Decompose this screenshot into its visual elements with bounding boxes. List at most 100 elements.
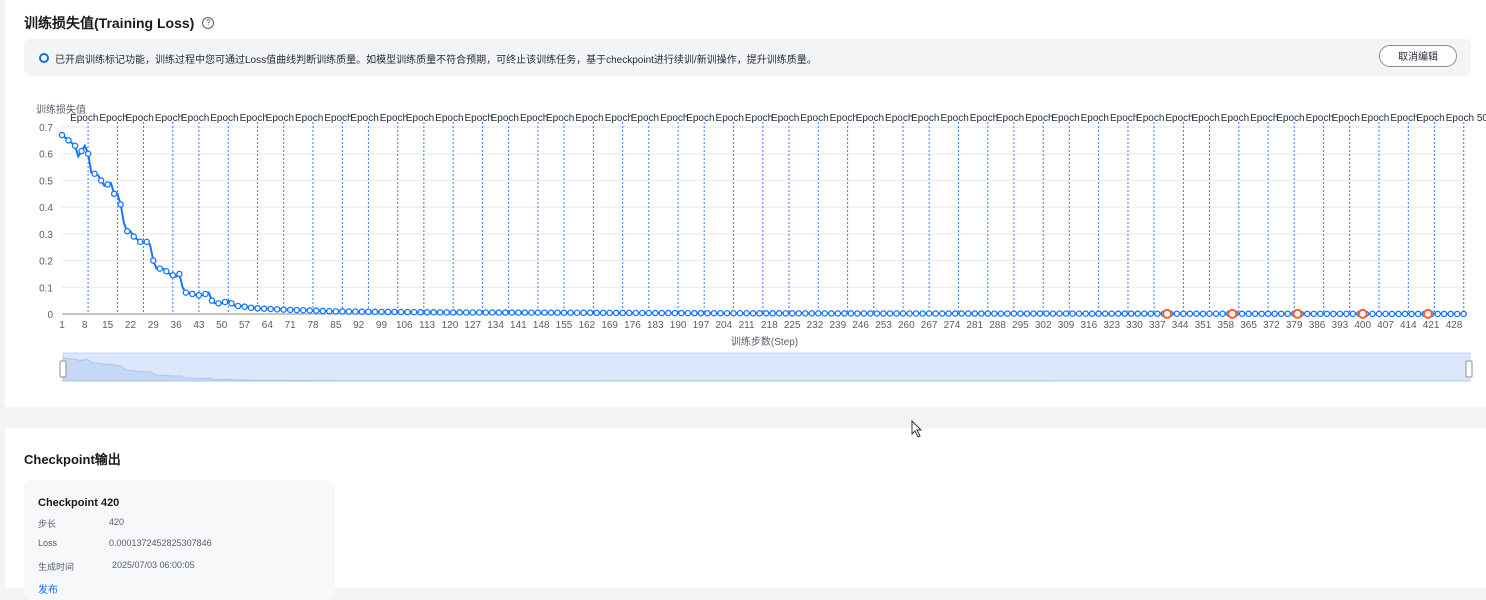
loss-data-point[interactable] (1036, 310, 1044, 317)
loss-data-point[interactable] (717, 309, 724, 317)
loss-data-point[interactable] (775, 310, 783, 317)
loss-data-point[interactable] (1264, 310, 1272, 318)
loss-data-point[interactable] (436, 309, 444, 316)
loss-data-point[interactable] (645, 309, 653, 317)
loss-data-point[interactable] (547, 309, 555, 316)
loss-data-point[interactable] (1395, 310, 1402, 318)
loss-data-point[interactable] (841, 310, 848, 317)
loss-data-point[interactable] (749, 310, 757, 317)
loss-data-point[interactable] (925, 310, 933, 317)
loss-data-point[interactable] (782, 310, 789, 317)
loss-data-point[interactable] (397, 308, 405, 316)
loss-data-point[interactable] (951, 310, 959, 317)
loss-data-point[interactable] (273, 306, 281, 313)
loss-data-point[interactable] (1401, 310, 1409, 318)
loss-data-point[interactable] (612, 309, 620, 317)
loss-data-point[interactable] (58, 131, 66, 139)
loss-data-point[interactable] (443, 309, 450, 316)
loss-data-point[interactable] (560, 309, 568, 316)
loss-data-point[interactable] (762, 310, 770, 317)
loss-data-point[interactable] (215, 300, 222, 307)
loss-data-point[interactable] (260, 305, 268, 312)
loss-data-point[interactable] (130, 233, 137, 240)
loss-data-point[interactable] (1075, 310, 1083, 317)
loss-data-point[interactable] (391, 308, 398, 316)
loss-data-point[interactable] (104, 181, 111, 188)
loss-data-point[interactable] (313, 307, 320, 314)
loss-data-point[interactable] (1030, 310, 1037, 317)
loss-data-point[interactable] (384, 308, 392, 316)
checkpoint-marker[interactable] (1292, 308, 1303, 319)
loss-data-point[interactable] (573, 309, 581, 317)
loss-data-point[interactable] (1088, 310, 1096, 317)
loss-data-point[interactable] (462, 309, 470, 316)
loss-data-point[interactable] (358, 308, 366, 315)
loss-data-point[interactable] (1369, 310, 1376, 318)
loss-data-point[interactable] (169, 272, 177, 279)
loss-data-point[interactable] (1388, 310, 1396, 318)
loss-data-point[interactable] (71, 142, 79, 149)
loss-data-point[interactable] (299, 307, 307, 314)
loss-data-point[interactable] (704, 309, 711, 317)
loss-data-point[interactable] (254, 305, 261, 312)
loss-data-point[interactable] (378, 308, 385, 316)
loss-data-point[interactable] (893, 310, 900, 317)
checkpoint-marker[interactable] (1357, 308, 1368, 319)
loss-data-point[interactable] (886, 310, 894, 317)
loss-data-point[interactable] (867, 310, 874, 317)
loss-data-point[interactable] (971, 310, 979, 317)
loss-data-point[interactable] (1258, 310, 1265, 318)
loss-data-point[interactable] (554, 309, 561, 316)
loss-data-point[interactable] (189, 290, 196, 298)
loss-data-point[interactable] (1453, 310, 1461, 318)
loss-data-point[interactable] (521, 309, 529, 316)
loss-data-point[interactable] (1434, 310, 1441, 318)
loss-data-point[interactable] (1023, 310, 1031, 317)
loss-data-point[interactable] (586, 309, 594, 317)
loss-data-point[interactable] (410, 308, 418, 316)
loss-data-point[interactable] (880, 310, 887, 317)
loss-data-point[interactable] (489, 309, 496, 316)
loss-data-point[interactable] (1114, 310, 1122, 317)
loss-data-point[interactable] (502, 309, 509, 316)
loss-data-point[interactable] (528, 309, 535, 316)
loss-data-point[interactable] (964, 310, 972, 317)
loss-data-point[interactable] (404, 308, 411, 316)
loss-data-point[interactable] (221, 298, 229, 306)
loss-data-point[interactable] (150, 257, 157, 264)
loss-data-point[interactable] (736, 309, 744, 317)
loss-data-point[interactable] (854, 310, 861, 317)
loss-data-point[interactable] (136, 238, 144, 246)
loss-data-point[interactable] (1460, 310, 1467, 318)
loss-data-point[interactable] (580, 309, 587, 317)
loss-data-point[interactable] (515, 309, 522, 316)
loss-data-point[interactable] (906, 310, 913, 317)
loss-data-point[interactable] (1108, 310, 1115, 317)
loss-data-point[interactable] (834, 310, 842, 317)
loss-data-point[interactable] (1414, 310, 1422, 318)
loss-data-point[interactable] (1121, 310, 1128, 317)
loss-data-point[interactable] (606, 309, 613, 317)
loss-data-point[interactable] (1173, 310, 1181, 317)
loss-data-point[interactable] (1101, 310, 1109, 317)
loss-data-point[interactable] (84, 150, 92, 157)
loss-data-point[interactable] (1343, 310, 1350, 318)
loss-data-point[interactable] (1245, 310, 1252, 318)
publish-link[interactable]: 发布 (38, 581, 58, 596)
loss-data-point[interactable] (919, 310, 926, 317)
loss-data-point[interactable] (1193, 310, 1200, 317)
loss-data-point[interactable] (1010, 310, 1018, 317)
loss-data-point[interactable] (567, 309, 574, 316)
loss-data-point[interactable] (326, 307, 333, 315)
loss-data-point[interactable] (195, 292, 203, 299)
loss-chart[interactable]: 训练损失值00.10.20.30.40.50.60.71 8 15 22 29 36 43 5… (0, 0, 1486, 400)
loss-data-point[interactable] (1004, 310, 1011, 317)
loss-data-point[interactable] (371, 308, 379, 316)
loss-data-point[interactable] (365, 308, 372, 315)
loss-data-point[interactable] (958, 310, 965, 317)
loss-data-point[interactable] (1284, 310, 1291, 318)
loss-data-point[interactable] (1141, 310, 1148, 317)
loss-data-point[interactable] (1349, 310, 1357, 318)
loss-data-point[interactable] (423, 308, 431, 316)
loss-data-point[interactable] (1238, 310, 1246, 318)
